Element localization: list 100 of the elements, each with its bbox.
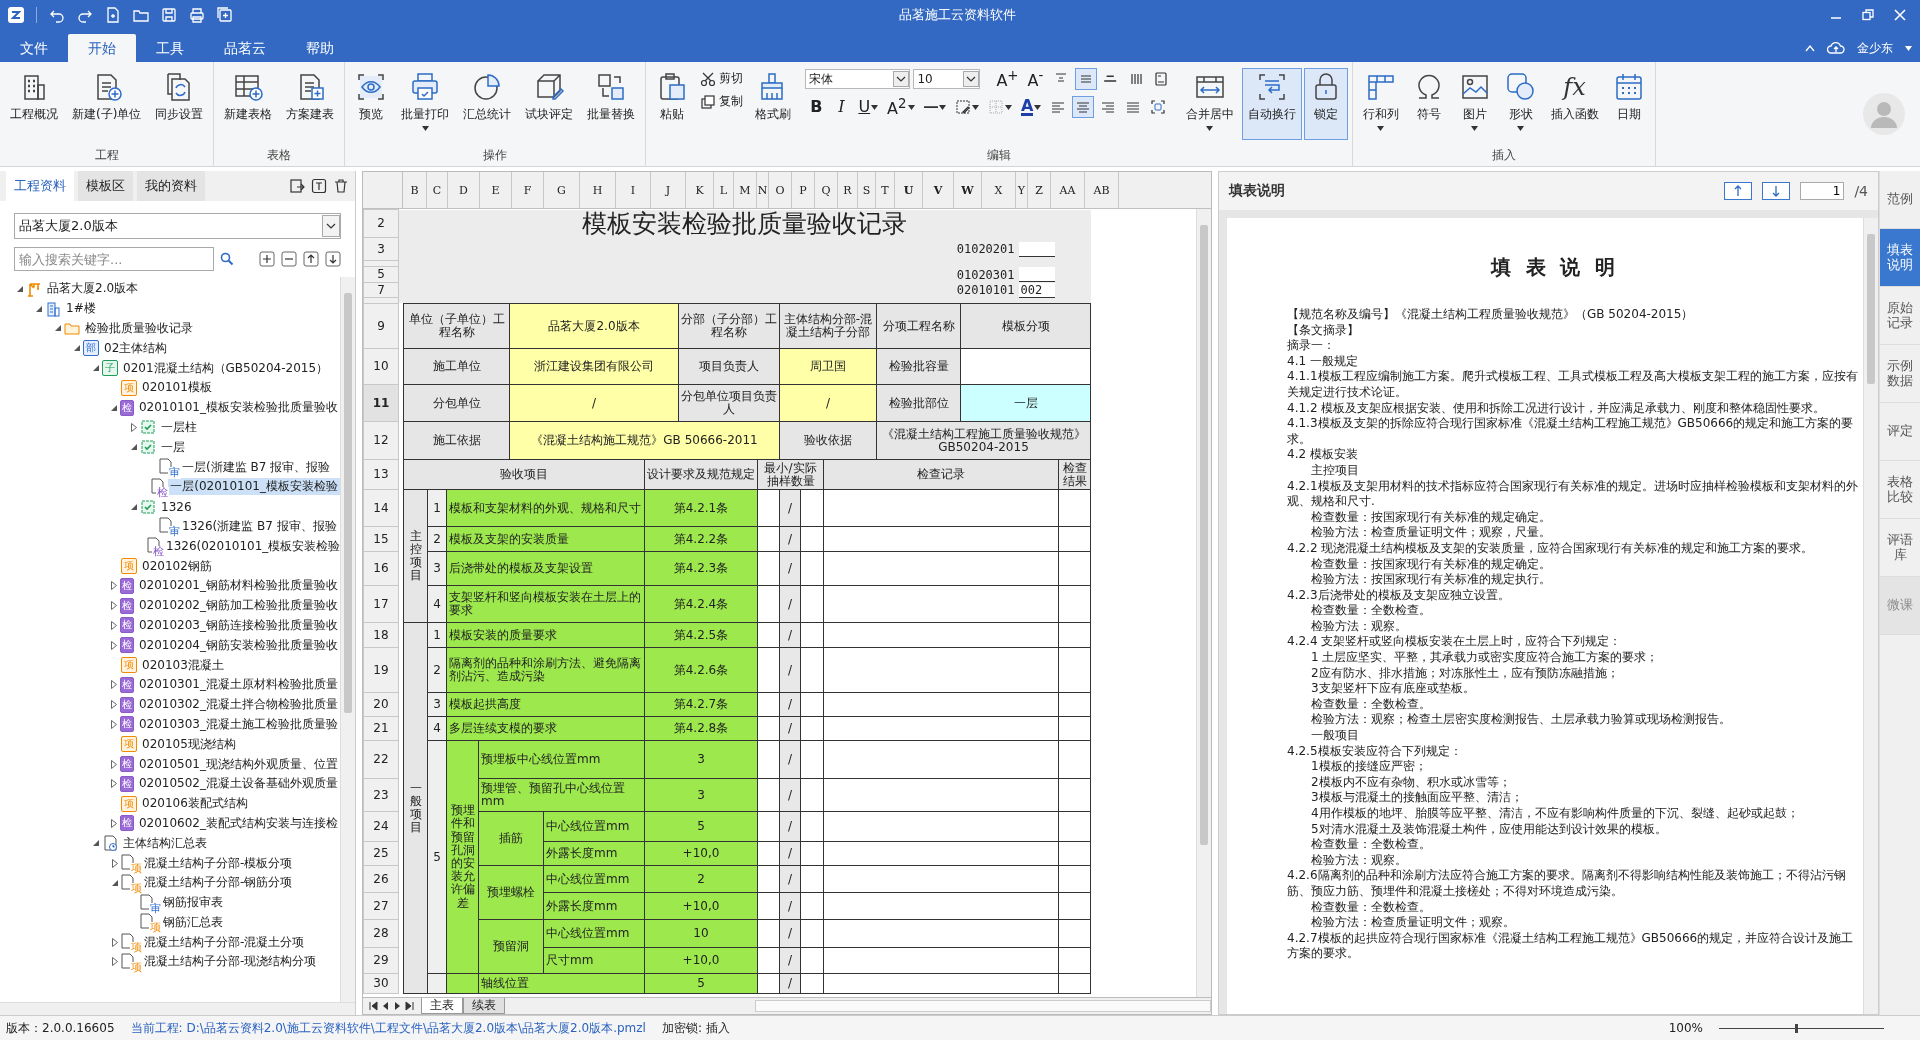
zoom-slider[interactable] (1719, 1023, 1884, 1033)
add-icon[interactable] (217, 7, 233, 23)
toolbar-button[interactable]: 格式刷 (749, 68, 798, 140)
project-select[interactable]: 品茗大厦2.0版本 (14, 213, 341, 239)
caret-icon[interactable] (92, 364, 100, 373)
toolbar-button[interactable]: 新建(子)单位 (66, 68, 148, 140)
column-header[interactable]: O (769, 172, 792, 208)
column-header[interactable]: G (544, 172, 580, 208)
column-header[interactable]: H (580, 172, 616, 208)
tree-item[interactable]: 02010302_混凝土拌合物检验批质量 (136, 696, 340, 714)
row-header[interactable]: 2 (363, 209, 399, 238)
tree-item[interactable]: 一层(02010101_模板安装检验 (168, 478, 340, 496)
toolbar-button[interactable]: 锁定 (1303, 68, 1348, 140)
tree-item[interactable]: 一层(浙建监 B7 报审、报验 (180, 458, 333, 476)
column-header[interactable]: D (448, 172, 480, 208)
scrollbar[interactable] (1863, 218, 1878, 1014)
row-header[interactable]: 26 (363, 865, 399, 893)
sheet-tab[interactable]: 续表 (463, 998, 505, 1014)
tree-item[interactable]: 02010204_钢筋安装检验批质量验收 (136, 636, 340, 654)
toolbar-button[interactable]: 复制 (696, 91, 748, 112)
format-button[interactable]: A$^{2}$ (884, 96, 918, 118)
row-header[interactable]: 24 (363, 811, 399, 842)
column-header[interactable]: S (858, 172, 876, 208)
column-header[interactable]: P (792, 172, 815, 208)
tree-item[interactable]: 混凝土结构子分部-混凝土分项 (142, 933, 307, 951)
caret-icon[interactable] (111, 878, 119, 887)
font-select[interactable]: 宋体 (805, 69, 911, 89)
trash-icon[interactable] (333, 178, 349, 194)
row-header[interactable]: 21 (363, 716, 399, 741)
menu-tab[interactable]: 工具 (136, 34, 204, 62)
menu-tab[interactable]: 文件 (0, 34, 68, 62)
scrollbar[interactable] (1196, 209, 1211, 997)
column-header[interactable]: Z (1028, 172, 1051, 208)
column-header[interactable]: L (714, 172, 734, 208)
format-button[interactable]: B (805, 96, 828, 118)
tree-item[interactable]: 1326(浙建监 B7 报审、报验 (180, 517, 339, 535)
column-header[interactable]: X (982, 172, 1016, 208)
user-name[interactable]: 金少东 (1857, 39, 1893, 57)
tree-item[interactable]: 02010303_混凝土施工检验批质量验 (136, 715, 340, 733)
menu-tab[interactable]: 帮助 (286, 34, 354, 62)
app-logo-icon[interactable] (8, 7, 24, 23)
tree-item[interactable]: 钢筋汇总表 (161, 913, 225, 931)
caret-icon[interactable] (92, 839, 100, 848)
toolbar-button[interactable]: 粘贴 (650, 68, 695, 140)
format-button[interactable]: U (855, 96, 882, 118)
tree-item[interactable]: 02010101_模板安装检验批质量验收 (136, 399, 340, 417)
tree-item[interactable]: 020103混凝土 (140, 656, 226, 674)
row-header[interactable]: 30 (363, 973, 399, 994)
save-icon[interactable] (161, 7, 177, 23)
caret-icon[interactable] (35, 304, 43, 313)
row-header[interactable]: 18 (363, 622, 399, 648)
column-header[interactable]: AB (1085, 172, 1119, 208)
panel-tab[interactable]: 工程资料 (6, 171, 74, 201)
tree-item[interactable]: 一层柱 (159, 418, 199, 436)
printer-icon[interactable] (189, 7, 205, 23)
row-header[interactable]: 12 (363, 421, 399, 460)
caret-icon[interactable] (110, 403, 119, 412)
format-button[interactable]: I (830, 96, 853, 118)
column-header[interactable]: K (686, 172, 714, 208)
column-header[interactable]: U (895, 172, 923, 208)
column-header[interactable]: F (512, 172, 544, 208)
row-header[interactable]: 17 (363, 585, 399, 623)
column-header[interactable]: E (480, 172, 512, 208)
column-header[interactable]: Q (815, 172, 838, 208)
tree-item[interactable]: 混凝土结构子分部-模板分项 (142, 854, 295, 872)
column-header[interactable]: N (757, 172, 769, 208)
panel-tab[interactable]: 模板区 (78, 171, 133, 201)
tree-item[interactable]: 02010501_现浇结构外观质量、位置 (136, 755, 340, 773)
column-header[interactable]: B (403, 172, 427, 208)
column-header[interactable]: T (876, 172, 895, 208)
column-header[interactable]: Y (1016, 172, 1028, 208)
toolbar-button[interactable]: 方案建表 (280, 68, 341, 140)
column-header[interactable]: V (923, 172, 954, 208)
tree-item[interactable]: 020101模板 (140, 379, 214, 397)
caret-icon[interactable] (16, 284, 24, 293)
tree-item[interactable]: 02主体结构 (102, 339, 170, 357)
column-header[interactable]: C (427, 172, 448, 208)
caret-icon[interactable] (112, 937, 118, 947)
tree-item[interactable]: 主体结构汇总表 (121, 834, 209, 852)
tree-item[interactable]: 1326 (159, 499, 194, 514)
format-button[interactable]: A$^{+}$ (993, 68, 1022, 90)
tree-item[interactable]: 0201混凝土结构（GB50204-2015） (121, 359, 331, 377)
tree-item[interactable]: 1#楼 (64, 300, 98, 318)
row-header[interactable]: 19 (363, 647, 399, 693)
expand-all-icon[interactable] (259, 251, 275, 267)
tree-item[interactable]: 02010301_混凝土原材料检验批质量 (136, 676, 340, 694)
toolbar-button[interactable]: 预览 (349, 68, 394, 140)
menu-tab[interactable]: 开始 (68, 34, 136, 62)
first-sheet-icon[interactable] (369, 1001, 379, 1011)
restore-icon[interactable] (1862, 9, 1874, 21)
tree-item[interactable]: 混凝土结构子分部-现浇结构分项 (142, 953, 319, 971)
toolbar-button[interactable]: fx 插入函数 (1544, 68, 1605, 140)
move-up-icon[interactable] (303, 251, 319, 267)
row-header[interactable]: 16 (363, 551, 399, 586)
row-header[interactable]: 28 (363, 919, 399, 948)
side-tab[interactable]: 原始记录 (1880, 287, 1920, 345)
caret-icon[interactable] (73, 344, 81, 353)
toolbar-button[interactable]: 符号 (1406, 68, 1451, 140)
toolbar-button[interactable]: 新建表格 (218, 68, 279, 140)
tree-item[interactable]: 一层 (159, 438, 187, 456)
